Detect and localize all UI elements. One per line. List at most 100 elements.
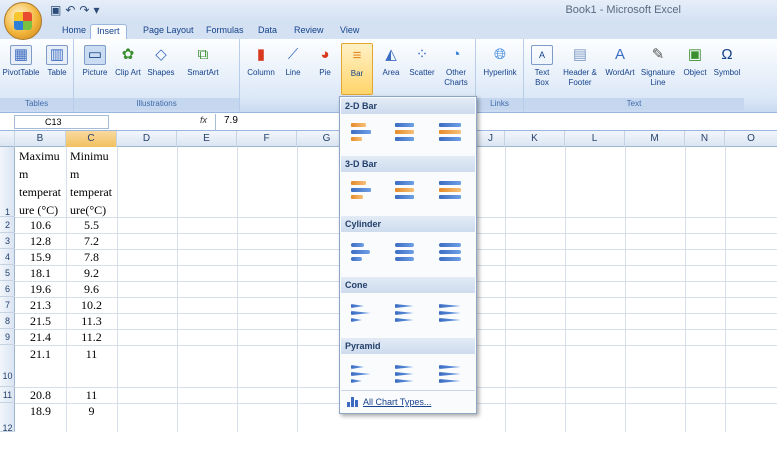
- column-header-c[interactable]: C: [66, 131, 117, 147]
- stacked-bar-option[interactable]: [392, 119, 420, 145]
- cell-c5[interactable]: 9.2: [66, 266, 117, 281]
- column-header-n[interactable]: N: [685, 131, 725, 147]
- cell-b12[interactable]: 18.9: [15, 404, 66, 419]
- symbol-button[interactable]: Ω Symbol: [712, 43, 742, 95]
- tab-formulas[interactable]: Formulas: [200, 24, 250, 39]
- select-all-corner[interactable]: [0, 131, 15, 147]
- cell-b4[interactable]: 15.9: [15, 250, 66, 265]
- tab-data[interactable]: Data: [252, 24, 283, 39]
- cell-b1[interactable]: Maximu m temperat ure (°C): [15, 147, 66, 219]
- stacked-pyramid-option[interactable]: [392, 361, 420, 387]
- column-header-j[interactable]: J: [477, 131, 505, 147]
- header-footer-button[interactable]: ▤ Header & Footer: [558, 43, 602, 95]
- cell-c8[interactable]: 11.3: [66, 314, 117, 329]
- all-chart-types-button[interactable]: All Chart Types...: [341, 390, 475, 412]
- row-header-8[interactable]: 8: [0, 313, 15, 329]
- cell-c11[interactable]: 11: [66, 388, 117, 403]
- row-header-5[interactable]: 5: [0, 265, 15, 281]
- row-header-4[interactable]: 4: [0, 249, 15, 265]
- other-charts-button[interactable]: ◔ Other Charts: [438, 43, 474, 95]
- cell-b2[interactable]: 10.6: [15, 218, 66, 233]
- text-box-button[interactable]: A Text Box: [528, 43, 556, 95]
- tab-page-layout[interactable]: Page Layout: [137, 24, 200, 39]
- scatter-chart-button[interactable]: ⁘ Scatter: [406, 43, 438, 95]
- cell-c10[interactable]: 11: [66, 347, 117, 362]
- cell-b7[interactable]: 21.3: [15, 298, 66, 313]
- column-header-f[interactable]: F: [237, 131, 297, 147]
- undo-icon[interactable]: ↶: [65, 3, 75, 17]
- table-button[interactable]: ▥ Table: [38, 43, 76, 95]
- cell-b3[interactable]: 12.8: [15, 234, 66, 249]
- row-header-3[interactable]: 3: [0, 233, 15, 249]
- clip-art-button[interactable]: ✿ Clip Art: [114, 43, 142, 95]
- tab-view[interactable]: View: [334, 24, 365, 39]
- cell-b6[interactable]: 19.6: [15, 282, 66, 297]
- 3d-100-stacked-bar-option[interactable]: [436, 177, 464, 203]
- column-chart-button[interactable]: ▮ Column: [242, 43, 280, 95]
- cell-b9[interactable]: 21.4: [15, 330, 66, 345]
- column-header-d[interactable]: D: [117, 131, 177, 147]
- cell-c6[interactable]: 9.6: [66, 282, 117, 297]
- wordart-button[interactable]: A WordArt: [604, 43, 636, 95]
- tab-review[interactable]: Review: [288, 24, 330, 39]
- pivottable-button[interactable]: ▦ PivotTable: [2, 43, 40, 95]
- row-header-9[interactable]: 9: [0, 329, 15, 345]
- clustered-bar-option[interactable]: [348, 119, 376, 145]
- save-icon[interactable]: ▣: [50, 3, 61, 17]
- column-header-l[interactable]: L: [565, 131, 625, 147]
- row-header-6[interactable]: 6: [0, 281, 15, 297]
- 3d-clustered-bar-option[interactable]: [348, 177, 376, 203]
- name-box[interactable]: C13: [14, 115, 109, 129]
- column-header-e[interactable]: E: [177, 131, 237, 147]
- cell-b11[interactable]: 20.8: [15, 388, 66, 403]
- row-header-1[interactable]: 1: [0, 147, 15, 217]
- clustered-pyramid-option[interactable]: [348, 361, 376, 387]
- bar-chart-button[interactable]: ≡ Bar: [341, 43, 373, 95]
- pie-chart-button[interactable]: ◕ Pie: [310, 43, 340, 95]
- 100-stacked-cylinder-option[interactable]: [436, 239, 464, 265]
- 100-stacked-cone-option[interactable]: [436, 300, 464, 326]
- row-header-7[interactable]: 7: [0, 297, 15, 313]
- stacked-cone-option[interactable]: [392, 300, 420, 326]
- 100-stacked-bar-option[interactable]: [436, 119, 464, 145]
- row-header-12[interactable]: 12: [0, 403, 15, 433]
- office-button[interactable]: [4, 2, 42, 40]
- cell-c7[interactable]: 10.2: [66, 298, 117, 313]
- cell-b10[interactable]: 21.1: [15, 347, 66, 362]
- cell-c3[interactable]: 7.2: [66, 234, 117, 249]
- picture-button[interactable]: ▭ Picture: [76, 43, 114, 95]
- cell-c12[interactable]: 9: [66, 404, 117, 419]
- cell-c4[interactable]: 7.8: [66, 250, 117, 265]
- column-header-m[interactable]: M: [625, 131, 685, 147]
- qat-dropdown-icon[interactable]: ▾: [93, 3, 99, 17]
- column-header-o[interactable]: O: [725, 131, 777, 147]
- clustered-cylinder-option[interactable]: [348, 239, 376, 265]
- row-header-2[interactable]: 2: [0, 217, 15, 233]
- hyperlink-button[interactable]: 🌐︎ Hyperlink: [480, 43, 520, 95]
- column-header-b[interactable]: B: [15, 131, 66, 147]
- redo-icon[interactable]: ↷: [79, 3, 89, 17]
- cell-b8[interactable]: 21.5: [15, 314, 66, 329]
- bar-chart-icon: ≡: [352, 47, 362, 64]
- tab-insert[interactable]: Insert: [90, 24, 127, 39]
- line-chart-button[interactable]: ⟋ Line: [278, 43, 308, 95]
- object-button[interactable]: ▣ Object: [680, 43, 710, 95]
- formula-input[interactable]: 7.9: [224, 115, 238, 126]
- 3d-stacked-bar-option[interactable]: [392, 177, 420, 203]
- column-header-k[interactable]: K: [505, 131, 565, 147]
- row-header-10[interactable]: 10: [0, 345, 15, 387]
- 100-stacked-pyramid-option[interactable]: [436, 361, 464, 387]
- smartart-button[interactable]: ⧉ SmartArt: [180, 43, 226, 95]
- fx-icon[interactable]: fx: [200, 115, 207, 125]
- signature-line-button[interactable]: ✎ Signature Line: [638, 43, 678, 95]
- cell-b5[interactable]: 18.1: [15, 266, 66, 281]
- shapes-button[interactable]: ◇ Shapes: [144, 43, 178, 95]
- area-chart-button[interactable]: ◭ Area: [376, 43, 406, 95]
- clustered-cone-option[interactable]: [348, 300, 376, 326]
- stacked-cylinder-option[interactable]: [392, 239, 420, 265]
- cell-c9[interactable]: 11.2: [66, 330, 117, 345]
- cell-c2[interactable]: 5.5: [66, 218, 117, 233]
- row-header-11[interactable]: 11: [0, 387, 15, 403]
- cell-c1[interactable]: Minimu m temperat ure(°C): [66, 147, 117, 219]
- tab-home[interactable]: Home: [56, 24, 92, 39]
